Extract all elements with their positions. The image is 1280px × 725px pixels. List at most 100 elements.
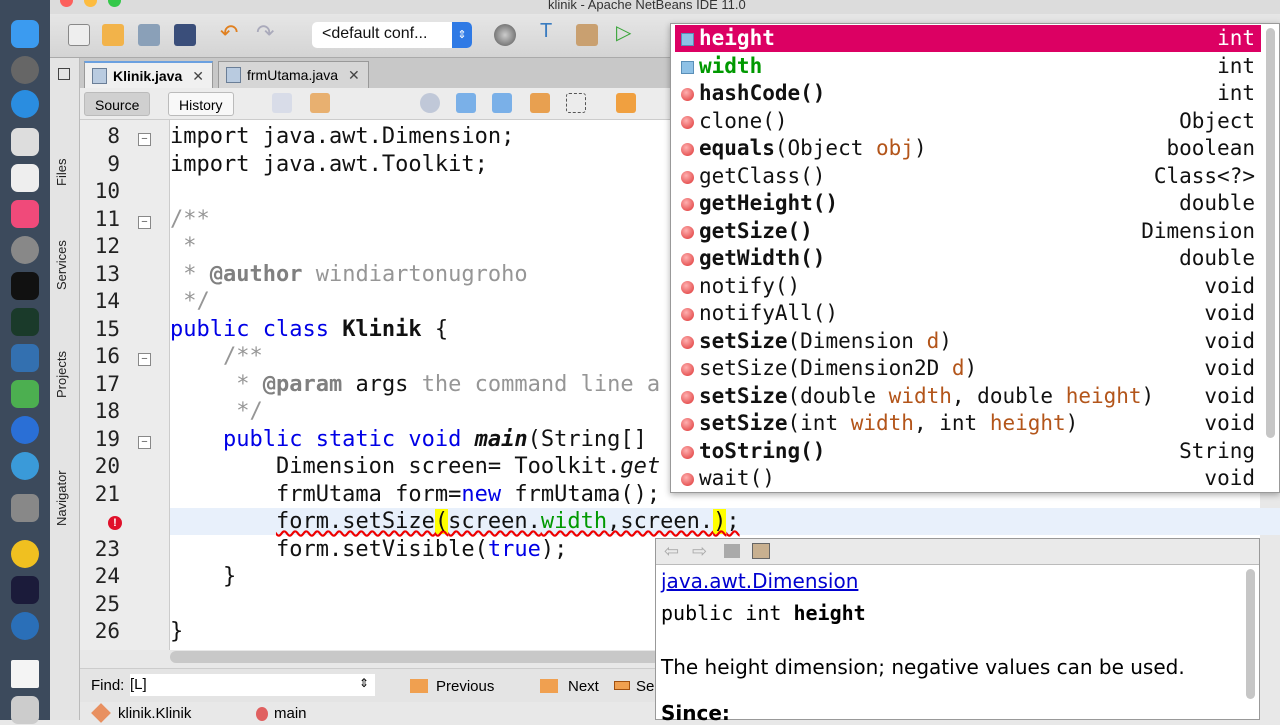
toggle-highlight-icon[interactable] [530,93,550,113]
intellij-icon[interactable] [11,576,39,604]
redo-icon[interactable]: ↷ [256,20,278,45]
completion-token: getWidth() [699,246,826,270]
find-previous-icon[interactable] [456,93,476,113]
tab-klinik-java[interactable]: Klinik.java ✕ [84,61,213,88]
completion-item[interactable]: notify() void [675,273,1261,300]
last-edit-icon[interactable] [272,93,292,113]
code-token: ) [713,509,727,534]
forward-arrow-icon[interactable]: ⇨ [692,541,707,562]
music-icon[interactable] [11,200,39,228]
globe-icon[interactable] [494,24,516,46]
app-icon[interactable] [11,494,39,522]
find-input[interactable]: [L] ⇕ [130,674,375,696]
completion-scrollbar[interactable] [1266,28,1275,438]
breadcrumb-method[interactable]: main [274,705,307,722]
save-all-icon[interactable] [174,24,196,46]
dock [0,0,50,724]
completion-item[interactable]: setSize(Dimension2D d) void [675,355,1261,382]
completion-name: hashCode() [699,81,825,105]
close-window-button[interactable] [60,0,73,7]
completion-item[interactable]: setSize(Dimension d) void [675,328,1261,355]
goto-source-icon[interactable] [724,544,740,558]
completion-item[interactable]: getClass() Class<?> [675,163,1261,190]
netbeans-icon[interactable] [11,344,39,372]
next-button[interactable]: Next [568,678,599,695]
completion-token: height [699,26,775,50]
completion-item[interactable]: hashCode() int [675,80,1261,107]
app-icon[interactable] [11,380,39,408]
back-arrow-icon[interactable]: ⇦ [664,541,679,562]
zoom-window-button[interactable] [108,0,121,7]
completion-item[interactable]: setSize(int width, int height) void [675,410,1261,437]
safari-icon[interactable] [11,90,39,118]
completion-item[interactable]: toString() String [675,438,1261,465]
undo-icon[interactable]: ↶ [220,20,242,45]
app-icon[interactable] [11,416,39,444]
line-number: 16 [94,344,120,368]
fold-toggle-icon[interactable]: − [138,435,151,449]
rectangular-selection-icon[interactable] [566,93,586,113]
source-button[interactable]: Source [84,92,151,116]
run-icon[interactable]: ▷ [616,20,638,44]
horizontal-scrollbar[interactable] [170,651,660,663]
find-icon[interactable] [420,93,440,113]
completion-item[interactable]: getSize() Dimension [675,218,1261,245]
completion-item[interactable]: getWidth() double [675,245,1261,272]
move-up-icon[interactable] [616,93,636,113]
new-project-icon[interactable] [102,24,124,46]
javadoc-scrollbar[interactable] [1246,569,1255,699]
completion-item[interactable]: getHeight() double [675,190,1261,217]
open-project-icon[interactable] [138,24,160,46]
javadoc-class-link[interactable]: java.awt.Dimension [661,569,858,593]
completion-token: ) [939,328,952,353]
code-line: frmUtama form=new frmUtama(); [170,482,660,507]
services-panel-tab[interactable]: Services [54,240,69,290]
find-next-icon[interactable] [492,93,512,113]
history-dropdown-icon[interactable]: ⇕ [359,676,369,690]
restore-window-icon[interactable] [58,68,70,80]
open-browser-icon[interactable] [752,543,770,559]
javadoc-declaration: public int height [661,601,866,625]
code-token: */ [170,399,263,424]
completion-item[interactable]: height int [675,25,1261,52]
launchpad-icon[interactable] [11,56,39,84]
completion-item[interactable]: wait() void [675,465,1261,492]
quicktime-icon[interactable] [11,612,39,640]
telegram-icon[interactable] [11,452,39,480]
build-hammer-icon[interactable]: T [540,20,562,42]
configuration-select[interactable]: <default conf... ⇕ [312,22,472,48]
settings-icon[interactable] [11,236,39,264]
new-file-icon[interactable] [68,24,90,46]
calendar-icon[interactable] [11,164,39,192]
close-tab-icon[interactable]: ✕ [348,67,360,83]
completion-type: Object [1179,108,1255,133]
code-line: } [170,619,183,644]
finder-icon[interactable] [11,20,39,48]
completion-item[interactable]: notifyAll() void [675,300,1261,327]
close-tab-icon[interactable]: ✕ [192,68,204,84]
files-panel-tab[interactable]: Files [54,159,69,186]
line-number: 19 [94,426,120,451]
projects-panel-tab[interactable]: Projects [54,351,69,398]
completion-item[interactable]: equals(Object obj) boolean [675,135,1261,162]
navigator-panel-tab[interactable]: Navigator [54,470,69,526]
terminal-icon[interactable] [11,272,39,300]
app-icon[interactable] [11,540,39,568]
breadcrumb-class[interactable]: klinik.Klinik [118,705,191,722]
monitor-icon[interactable] [11,308,39,336]
history-button[interactable]: History [168,92,234,116]
mail-icon[interactable] [11,128,39,156]
document-icon[interactable] [11,660,39,688]
previous-button[interactable]: Previous [436,678,494,695]
fold-toggle-icon[interactable]: − [138,133,151,146]
minimize-window-button[interactable] [84,0,97,7]
completion-item[interactable]: clone() Object [675,108,1261,135]
fold-toggle-icon[interactable]: − [138,353,151,366]
tab-frmutama-java[interactable]: frmUtama.java ✕ [218,61,369,88]
back-icon[interactable] [310,93,330,113]
clean-build-icon[interactable] [576,24,598,46]
fold-toggle-icon[interactable]: − [138,215,151,229]
error-icon[interactable]: ! [108,516,122,530]
completion-item[interactable]: setSize(double width, double height) void [675,383,1261,410]
completion-item[interactable]: width int [675,53,1261,80]
